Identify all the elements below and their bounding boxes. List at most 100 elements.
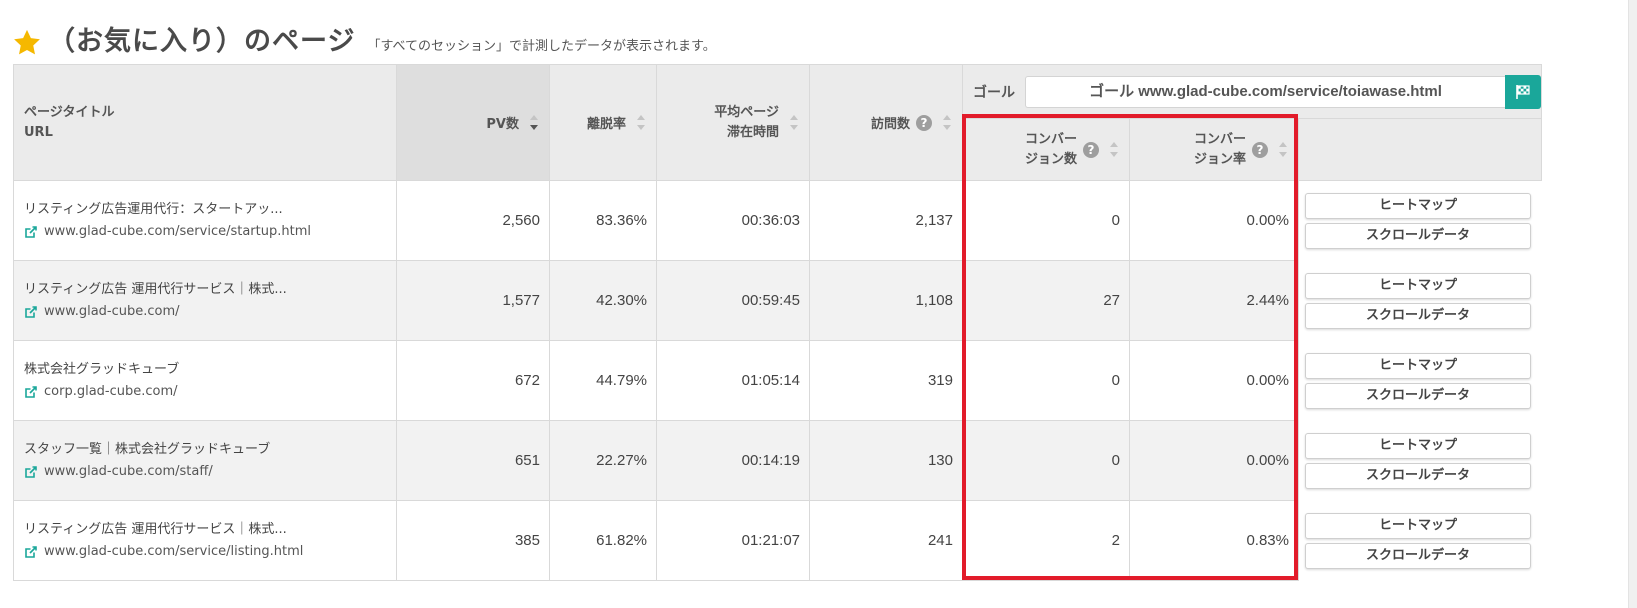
page-cell: 株式会社グラッドキューブ corp.glad-cube.com/ <box>13 340 397 421</box>
goal-label: ゴール <box>973 84 1015 101</box>
page-url-link[interactable]: www.glad-cube.com/ <box>24 301 396 323</box>
favorites-panel: （お気に入り）のページ 「すべてのセッション」で計測したデータが表示されます。 … <box>0 0 1629 608</box>
bounce-cell: 42.30% <box>549 260 657 341</box>
conv-count-cell: 2 <box>962 500 1130 581</box>
actions-cell: ヒートマップ スクロールデータ <box>1298 340 1542 421</box>
conv-rate-cell: 2.44% <box>1129 260 1299 341</box>
conv-count-cell: 0 <box>962 340 1130 421</box>
conv-rate-cell: 0.00% <box>1129 420 1299 501</box>
page-title-text: リスティング広告運用代行：スタートアッ... <box>24 201 283 217</box>
table-row: リスティング広告 運用代行サービス｜株式... www.glad-cube.co… <box>13 260 1542 341</box>
column-header-bounce[interactable]: 離脱率 <box>549 64 657 181</box>
avg-time-cell: 00:36:03 <box>656 180 810 261</box>
visits-cell: 1,108 <box>809 260 963 341</box>
page-cell: リスティング広告運用代行：スタートアッ... www.glad-cube.com… <box>13 180 397 261</box>
page-url-text: www.glad-cube.com/staff/ <box>44 463 213 479</box>
scroll-data-button[interactable]: スクロールデータ <box>1305 382 1531 409</box>
column-header-visits[interactable]: 訪問数 ? <box>809 64 963 181</box>
help-icon[interactable]: ? <box>1083 141 1099 158</box>
page-url-text: www.glad-cube.com/service/startup.html <box>44 223 311 239</box>
column-label-page-title: ページタイトル <box>24 104 115 120</box>
column-header-actions <box>1298 118 1542 181</box>
sort-desc-icon[interactable] <box>527 112 541 134</box>
column-label-conv-count-2: ジョン数 <box>1024 151 1077 167</box>
page-url-link[interactable]: corp.glad-cube.com/ <box>24 381 396 403</box>
heatmap-button[interactable]: ヒートマップ <box>1305 192 1531 219</box>
external-link-icon <box>25 385 37 398</box>
table-row: リスティング広告運用代行：スタートアッ... www.glad-cube.com… <box>13 180 1542 261</box>
pages-table: ページタイトル URL PV数 離脱率 平均ページ 滞在時間 訪問数 ? ゴール… <box>13 64 1542 581</box>
page-title-text: 株式会社グラッドキューブ <box>24 361 180 377</box>
pv-cell: 385 <box>396 500 550 581</box>
scroll-data-button[interactable]: スクロールデータ <box>1305 542 1531 569</box>
column-header-avg-time[interactable]: 平均ページ 滞在時間 <box>656 64 810 181</box>
page-cell: リスティング広告 運用代行サービス｜株式... www.glad-cube.co… <box>13 260 397 341</box>
sort-arrows-icon[interactable] <box>787 112 801 134</box>
column-label-url: URL <box>24 124 53 140</box>
help-icon[interactable]: ? <box>1252 141 1268 158</box>
scroll-data-button[interactable]: スクロールデータ <box>1305 462 1531 489</box>
goal-select-button[interactable] <box>1505 74 1541 109</box>
checkered-flag-icon <box>1516 84 1530 99</box>
scroll-data-button[interactable]: スクロールデータ <box>1305 302 1531 329</box>
column-header-pv[interactable]: PV数 <box>396 64 550 181</box>
conv-count-cell: 0 <box>962 180 1130 261</box>
visits-cell: 241 <box>809 500 963 581</box>
goal-selector: ゴール ゴール www.glad-cube.com/service/toiawa… <box>962 64 1542 119</box>
external-link-icon <box>25 465 37 478</box>
star-icon <box>14 29 40 55</box>
conv-rate-cell: 0.00% <box>1129 340 1299 421</box>
page-header: （お気に入り）のページ 「すべてのセッション」で計測したデータが表示されます。 <box>12 22 716 58</box>
actions-cell: ヒートマップ スクロールデータ <box>1298 420 1542 501</box>
page-url-link[interactable]: www.glad-cube.com/staff/ <box>24 461 396 483</box>
conv-rate-cell: 0.83% <box>1129 500 1299 581</box>
goal-input[interactable]: ゴール www.glad-cube.com/service/toiawase.h… <box>1025 75 1505 108</box>
page-url-text: www.glad-cube.com/ <box>44 303 180 319</box>
page-title-text: スタッフ一覧｜株式会社グラッドキューブ <box>24 441 271 457</box>
avg-time-cell: 00:59:45 <box>656 260 810 341</box>
page-subtitle: 「すべてのセッション」で計測したデータが表示されます。 <box>367 39 716 54</box>
sort-arrows-icon[interactable] <box>1107 139 1121 161</box>
scroll-data-button[interactable]: スクロールデータ <box>1305 222 1531 249</box>
page-title: （お気に入り）のページ <box>48 26 356 57</box>
page-url-link[interactable]: www.glad-cube.com/service/startup.html <box>24 221 396 243</box>
column-header-page: ページタイトル URL <box>13 64 397 181</box>
heatmap-button[interactable]: ヒートマップ <box>1305 512 1531 539</box>
actions-cell: ヒートマップ スクロールデータ <box>1298 260 1542 341</box>
column-header-conv-rate[interactable]: コンバー ジョン率 ? <box>1129 118 1299 181</box>
column-label-conv-rate-1: コンバー <box>1193 131 1246 147</box>
help-icon[interactable]: ? <box>916 114 932 131</box>
sort-arrows-icon[interactable] <box>634 112 648 134</box>
actions-cell: ヒートマップ スクロールデータ <box>1298 500 1542 581</box>
sort-arrows-icon[interactable] <box>1276 139 1290 161</box>
pv-cell: 651 <box>396 420 550 501</box>
external-link-icon <box>25 545 37 558</box>
page-url-text: corp.glad-cube.com/ <box>44 383 178 399</box>
page-cell: リスティング広告 運用代行サービス｜株式... www.glad-cube.co… <box>13 500 397 581</box>
conv-rate-cell: 0.00% <box>1129 180 1299 261</box>
pv-cell: 2,560 <box>396 180 550 261</box>
page-title-text: リスティング広告 運用代行サービス｜株式... <box>24 521 287 537</box>
page-url-link[interactable]: www.glad-cube.com/service/listing.html <box>24 541 396 563</box>
column-label-conv-rate-2: ジョン率 <box>1193 151 1246 167</box>
visits-cell: 319 <box>809 340 963 421</box>
sort-arrows-icon[interactable] <box>940 112 954 134</box>
column-header-conv-count[interactable]: コンバー ジョン数 ? <box>962 118 1130 181</box>
avg-time-cell: 01:05:14 <box>656 340 810 421</box>
column-label-pv: PV数 <box>486 117 519 132</box>
heatmap-button[interactable]: ヒートマップ <box>1305 352 1531 379</box>
table-row: スタッフ一覧｜株式会社グラッドキューブ www.glad-cube.com/st… <box>13 420 1542 501</box>
pv-cell: 1,577 <box>396 260 550 341</box>
bounce-cell: 83.36% <box>549 180 657 261</box>
table-row: リスティング広告 運用代行サービス｜株式... www.glad-cube.co… <box>13 500 1542 581</box>
heatmap-button[interactable]: ヒートマップ <box>1305 432 1531 459</box>
column-label-conv-count-1: コンバー <box>1024 131 1077 147</box>
column-label-avg-time-1: 平均ページ <box>714 104 779 120</box>
heatmap-button[interactable]: ヒートマップ <box>1305 272 1531 299</box>
conv-count-cell: 0 <box>962 420 1130 501</box>
external-link-icon <box>25 305 37 318</box>
bounce-cell: 44.79% <box>549 340 657 421</box>
external-link-icon <box>25 225 37 238</box>
pv-cell: 672 <box>396 340 550 421</box>
bounce-cell: 61.82% <box>549 500 657 581</box>
